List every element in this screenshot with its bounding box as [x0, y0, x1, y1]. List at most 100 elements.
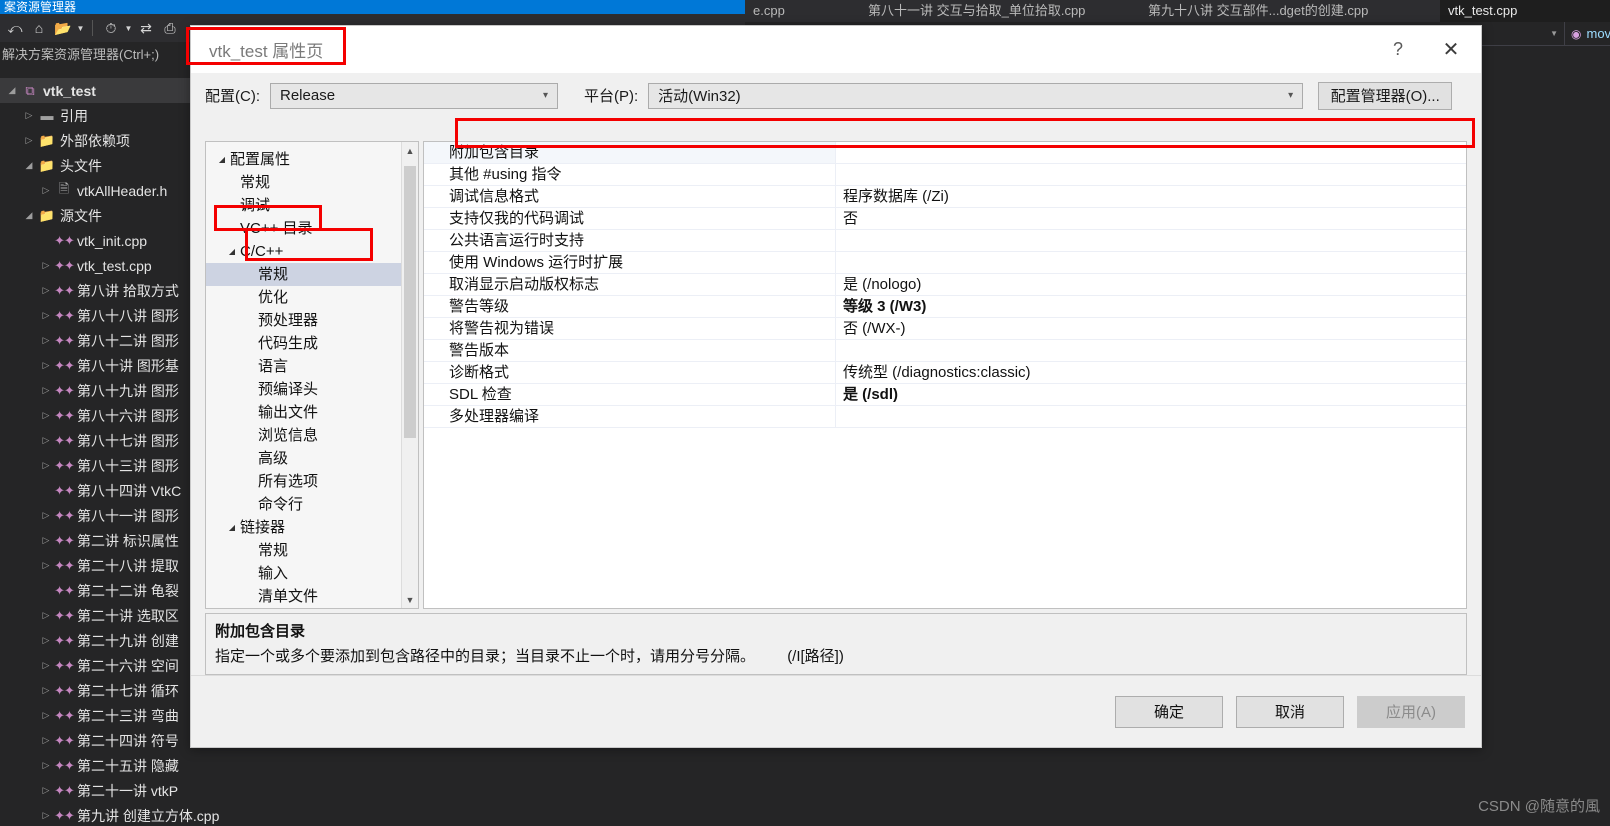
dropdown-caret-icon[interactable]: ▼ — [76, 24, 85, 33]
property-row[interactable]: 使用 Windows 运行时扩展 — [424, 252, 1466, 274]
property-row[interactable]: 调试信息格式 程序数据库 (/Zi) — [424, 186, 1466, 208]
property-category-item[interactable]: ◢ C/C++ — [206, 240, 401, 263]
collapse-arrow-icon[interactable]: ▷ — [38, 660, 54, 671]
property-category-item[interactable]: ◢ 链接器 — [206, 516, 401, 539]
property-value[interactable]: 是 (/sdl) — [836, 384, 1466, 405]
property-category-item[interactable]: 命令行 — [206, 493, 401, 516]
property-category-item[interactable]: 调试 — [206, 608, 401, 609]
property-category-item[interactable]: 语言 — [206, 355, 401, 378]
property-row[interactable]: 附加包含目录 — [424, 142, 1466, 164]
editor-tab-3[interactable]: vtk_test.cpp — [1440, 0, 1610, 22]
editor-tab-1[interactable]: 第八十一讲 交互与拾取_单位拾取.cpp — [860, 0, 1140, 22]
home-icon[interactable]: ⌂ — [28, 17, 50, 39]
collapse-arrow-icon[interactable]: ▷ — [38, 260, 54, 271]
cancel-button[interactable]: 取消 — [1236, 695, 1344, 728]
property-value[interactable]: 否 — [836, 208, 1466, 229]
property-category-item[interactable]: ◢ 配置属性 — [206, 148, 401, 171]
expand-arrow-icon[interactable]: ◢ — [224, 240, 240, 263]
scroll-up-icon[interactable]: ▲ — [402, 142, 418, 159]
property-row[interactable]: 诊断格式 传统型 (/diagnostics:classic) — [424, 362, 1466, 384]
collapse-arrow-icon[interactable]: ▷ — [38, 435, 54, 446]
collapse-arrow-icon[interactable]: ▷ — [38, 760, 54, 771]
expand-arrow-icon[interactable]: ◢ — [21, 210, 37, 221]
property-grid[interactable]: 附加包含目录 其他 #using 指令 调试信息格式 程序数据库 (/Zi) 支持仅我的… — [423, 141, 1467, 609]
property-category-item[interactable]: 常规 — [206, 263, 401, 286]
collapse-arrow-icon[interactable]: ▷ — [38, 510, 54, 521]
property-row[interactable]: 公共语言运行时支持 — [424, 230, 1466, 252]
expand-arrow-icon[interactable]: ◢ — [4, 85, 20, 96]
configuration-select[interactable]: Release ▾ — [270, 82, 558, 109]
property-row[interactable]: 警告等级 等级 3 (/W3) — [424, 296, 1466, 318]
property-value[interactable]: 等级 3 (/W3) — [836, 296, 1466, 317]
editor-tab-0[interactable]: e.cpp — [745, 0, 860, 22]
property-row[interactable]: 其他 #using 指令 — [424, 164, 1466, 186]
scroll-down-icon[interactable]: ▼ — [402, 591, 418, 608]
collapse-arrow-icon[interactable]: ▷ — [38, 810, 54, 821]
property-value[interactable]: 传统型 (/diagnostics:classic) — [836, 362, 1466, 383]
collapse-arrow-icon[interactable]: ▷ — [38, 410, 54, 421]
property-category-item[interactable]: 清单文件 — [206, 585, 401, 608]
solution-explorer-item[interactable]: ▷ ✦✦ 第二十五讲 隐藏 — [0, 753, 745, 778]
property-category-item[interactable]: 预处理器 — [206, 309, 401, 332]
collapse-arrow-icon[interactable]: ▷ — [38, 460, 54, 471]
collapse-arrow-icon[interactable]: ▷ — [38, 785, 54, 796]
configuration-manager-button[interactable]: 配置管理器(O)... — [1318, 81, 1453, 110]
property-category-tree[interactable]: ◢ 配置属性 常规 调试 VC++ 目录 ◢ C/C++ 常规 优化 预处理器 代码生成 语言 预编译头… — [205, 141, 419, 609]
collapse-arrow-icon[interactable]: ▷ — [38, 310, 54, 321]
solution-explorer-item[interactable]: ▷ ✦✦ 第九讲 创建立方体.cpp — [0, 803, 745, 826]
properties-icon[interactable]: ⎙ — [159, 17, 181, 39]
collapse-arrow-icon[interactable]: ▷ — [38, 685, 54, 696]
property-row[interactable]: 取消显示启动版权标志是 (/nologo) — [424, 274, 1466, 296]
help-question-icon[interactable]: ? — [1375, 26, 1421, 73]
navbar-member-dropdown[interactable]: ◉ move(vtkObject * caller, unsigned long… — [1565, 22, 1610, 45]
close-x-icon[interactable]: ✕ — [1421, 26, 1481, 73]
property-category-item[interactable]: 调试 — [206, 194, 401, 217]
new-folder-icon[interactable]: 📂 — [52, 17, 74, 39]
expand-arrow-icon[interactable]: ◢ — [224, 516, 240, 539]
collapse-arrow-icon[interactable]: ▷ — [38, 185, 54, 196]
property-category-item[interactable]: VC++ 目录 — [206, 217, 401, 240]
property-row[interactable]: 支持仅我的代码调试否 — [424, 208, 1466, 230]
collapse-arrow-icon[interactable]: ▷ — [38, 335, 54, 346]
collapse-arrow-icon[interactable]: ▷ — [38, 385, 54, 396]
property-category-item[interactable]: 高级 — [206, 447, 401, 470]
property-value[interactable] — [836, 164, 1466, 185]
property-category-item[interactable]: 浏览信息 — [206, 424, 401, 447]
property-row[interactable]: 将警告视为错误否 (/WX-) — [424, 318, 1466, 340]
property-value[interactable] — [836, 252, 1466, 273]
platform-select[interactable]: 活动(Win32) ▾ — [648, 82, 1304, 109]
collapse-arrow-icon[interactable]: ▷ — [38, 285, 54, 296]
property-row[interactable]: SDL 检查是 (/sdl) — [424, 384, 1466, 406]
property-value[interactable] — [836, 406, 1466, 427]
pending-changes-icon[interactable]: ⏱ — [100, 17, 122, 39]
property-value[interactable] — [836, 142, 1466, 163]
editor-tab-2[interactable]: 第九十八讲 交互部件...dget的创建.cpp — [1140, 0, 1440, 22]
property-category-item[interactable]: 所有选项 — [206, 470, 401, 493]
property-value[interactable] — [836, 340, 1466, 361]
solution-explorer-item[interactable]: ▷ ✦✦ 第二十一讲 vtkP — [0, 778, 745, 803]
property-value[interactable]: 否 (/WX-) — [836, 318, 1466, 339]
property-category-item[interactable]: 输入 — [206, 562, 401, 585]
ok-button[interactable]: 确定 — [1115, 695, 1223, 728]
collapse-arrow-icon[interactable]: ▷ — [21, 110, 37, 121]
collapse-arrow-icon[interactable]: ▷ — [38, 360, 54, 371]
property-category-item[interactable]: 常规 — [206, 171, 401, 194]
expand-arrow-icon[interactable]: ◢ — [21, 160, 37, 171]
property-category-item[interactable]: 输出文件 — [206, 401, 401, 424]
property-row[interactable]: 多处理器编译 — [424, 406, 1466, 428]
property-value[interactable]: 是 (/nologo) — [836, 274, 1466, 295]
scrollbar-thumb[interactable] — [404, 166, 416, 438]
property-category-item[interactable]: 常规 — [206, 539, 401, 562]
sync-icon[interactable]: ⇄ — [135, 17, 157, 39]
property-category-item[interactable]: 代码生成 — [206, 332, 401, 355]
collapse-arrow-icon[interactable]: ▷ — [38, 610, 54, 621]
collapse-arrow-icon[interactable]: ▷ — [38, 535, 54, 546]
property-category-item[interactable]: 优化 — [206, 286, 401, 309]
property-category-item[interactable]: 预编译头 — [206, 378, 401, 401]
property-value[interactable]: 程序数据库 (/Zi) — [836, 186, 1466, 207]
collapse-arrow-icon[interactable]: ▷ — [38, 735, 54, 746]
expand-arrow-icon[interactable]: ◢ — [214, 148, 230, 171]
collapse-arrow-icon[interactable]: ▷ — [38, 560, 54, 571]
property-row[interactable]: 警告版本 — [424, 340, 1466, 362]
property-tree-scrollbar[interactable]: ▲ ▼ — [401, 142, 418, 608]
